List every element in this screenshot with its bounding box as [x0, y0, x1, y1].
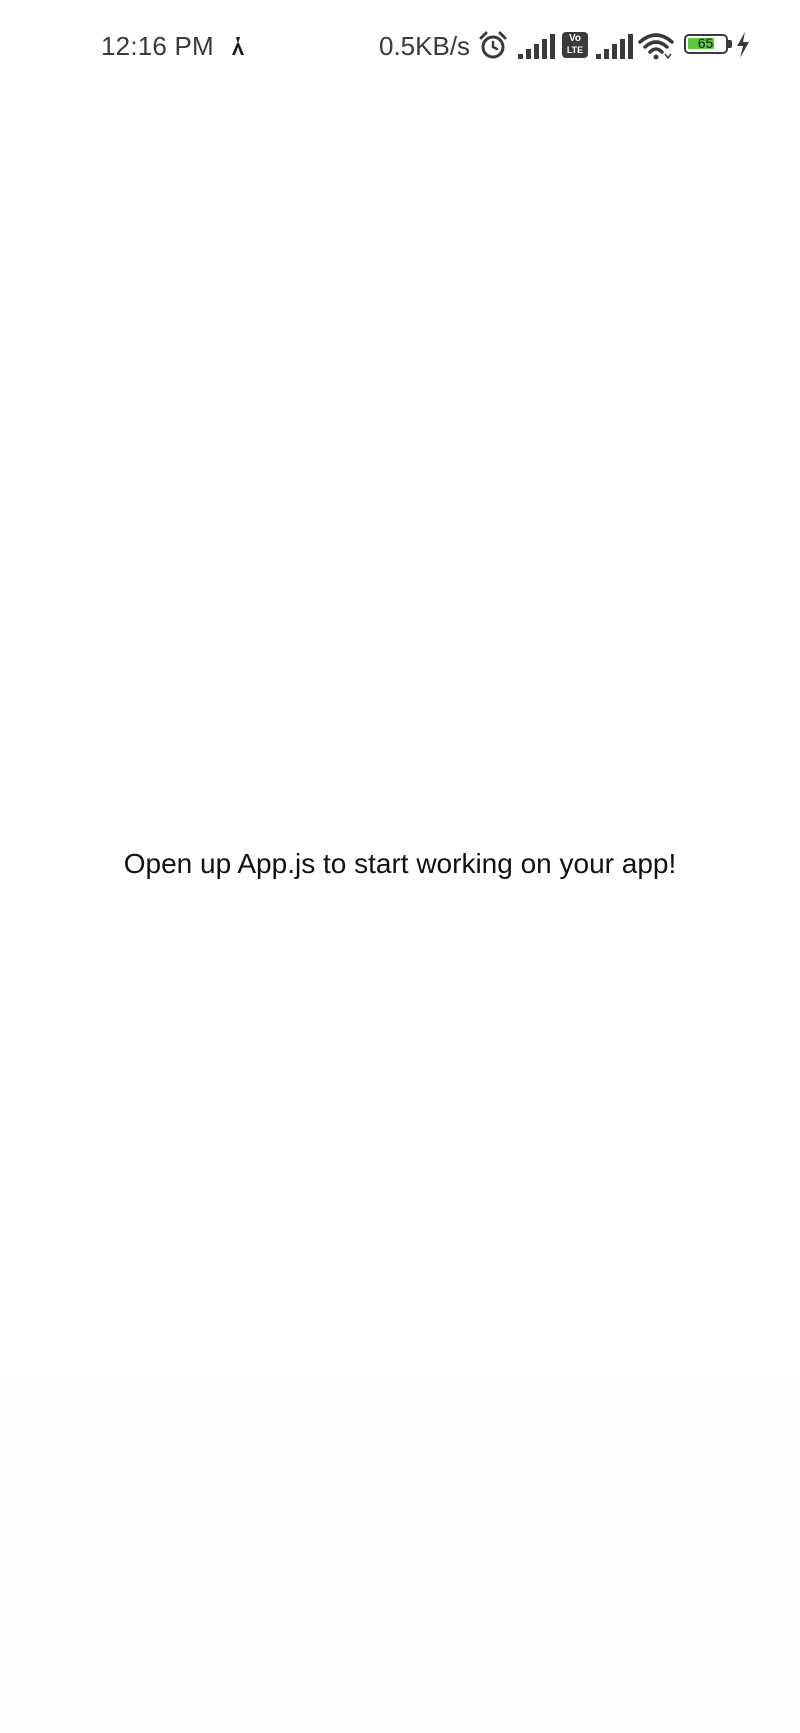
volte-label-bottom: LTE: [566, 45, 584, 55]
app-screen: 12:16 PM 0.5KB/s Vo LTE 65 Open up App.j…: [0, 0, 800, 1733]
volte-label-top: Vo: [568, 33, 582, 44]
battery-icon: 65: [684, 34, 728, 54]
charging-icon: [737, 32, 749, 58]
network-speed: 0.5KB/s: [379, 31, 471, 61]
status-time: 12:16 PM: [101, 31, 214, 61]
signal-icon: [518, 34, 555, 59]
welcome-message: Open up App.js to start working on your …: [123, 848, 677, 879]
signal-icon: [596, 34, 633, 59]
volte-icon: Vo LTE: [562, 32, 588, 58]
battery-tip: [728, 40, 732, 48]
battery-level: 65: [697, 35, 714, 51]
wifi-icon: [638, 33, 674, 60]
app-content: Open up App.js to start working on your …: [0, 95, 800, 1733]
alarm-icon: [479, 31, 507, 59]
notification-icon: [232, 37, 244, 55]
status-bar: 12:16 PM 0.5KB/s Vo LTE 65: [0, 0, 800, 95]
